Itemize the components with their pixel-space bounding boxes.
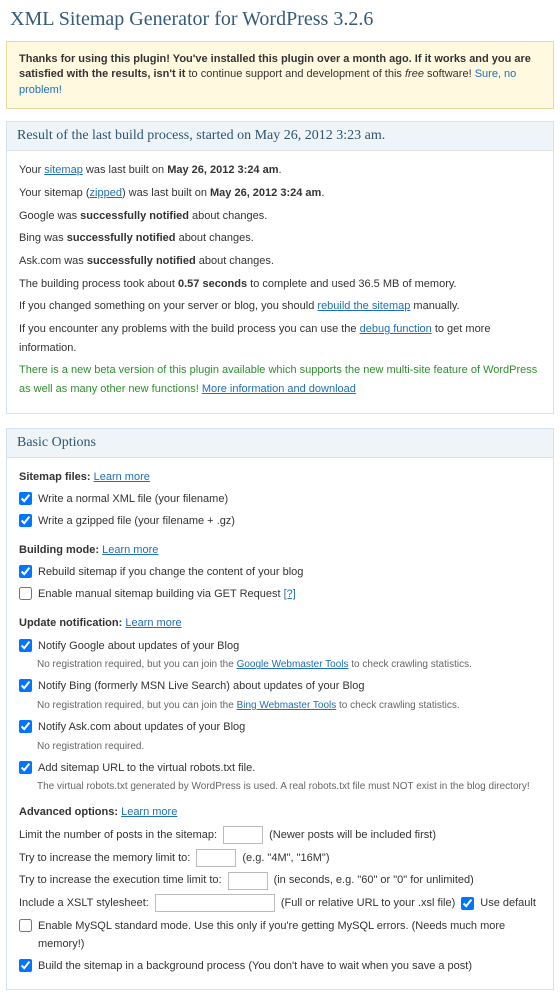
learn-more-update[interactable]: Learn more (125, 617, 181, 629)
result-heading: Result of the last build process, starte… (7, 122, 553, 151)
checkbox-ask[interactable] (19, 720, 32, 733)
learn-more-files[interactable]: Learn more (94, 471, 150, 483)
checkbox-gzip[interactable] (19, 514, 32, 527)
checkbox-xml[interactable] (19, 492, 32, 505)
input-memory-limit[interactable] (196, 849, 236, 867)
result-panel: Result of the last build process, starte… (6, 121, 554, 414)
checkbox-bing[interactable] (19, 679, 32, 692)
building-mode-label: Building mode: Learn more (19, 541, 541, 560)
input-post-limit[interactable] (223, 826, 263, 844)
learn-more-advanced[interactable]: Learn more (121, 806, 177, 818)
basic-options-panel: Basic Options Sitemap files: Learn more … (6, 428, 554, 990)
manual-help-link[interactable]: [?] (284, 588, 296, 600)
checkbox-robots[interactable] (19, 761, 32, 774)
learn-more-building[interactable]: Learn more (102, 544, 158, 556)
sitemap-files-label: Sitemap files: Learn more (19, 468, 541, 487)
zipped-link[interactable]: zipped (90, 187, 122, 199)
google-webmaster-link[interactable]: Google Webmaster Tools (237, 659, 349, 670)
advanced-options-label: Advanced options: Learn more (19, 803, 541, 822)
page-title: XML Sitemap Generator for WordPress 3.2.… (0, 0, 560, 41)
sitemap-link[interactable]: sitemap (44, 164, 83, 176)
donation-banner: Thanks for using this plugin! You've ins… (6, 41, 554, 109)
bing-webmaster-link[interactable]: Bing Webmaster Tools (237, 700, 337, 711)
checkbox-google[interactable] (19, 639, 32, 652)
basic-heading: Basic Options (7, 429, 553, 458)
debug-function-link[interactable]: debug function (360, 323, 432, 335)
rebuild-sitemap-link[interactable]: rebuild the sitemap (317, 300, 410, 312)
beta-info-link[interactable]: More information and download (202, 383, 356, 395)
checkbox-rebuild[interactable] (19, 565, 32, 578)
checkbox-mysql[interactable] (19, 919, 32, 932)
checkbox-background[interactable] (19, 959, 32, 972)
checkbox-manual[interactable] (19, 587, 32, 600)
update-notification-label: Update notification: Learn more (19, 614, 541, 633)
input-xslt[interactable] (155, 894, 275, 912)
input-exec-time[interactable] (228, 872, 268, 890)
checkbox-xslt-default[interactable] (461, 897, 474, 910)
